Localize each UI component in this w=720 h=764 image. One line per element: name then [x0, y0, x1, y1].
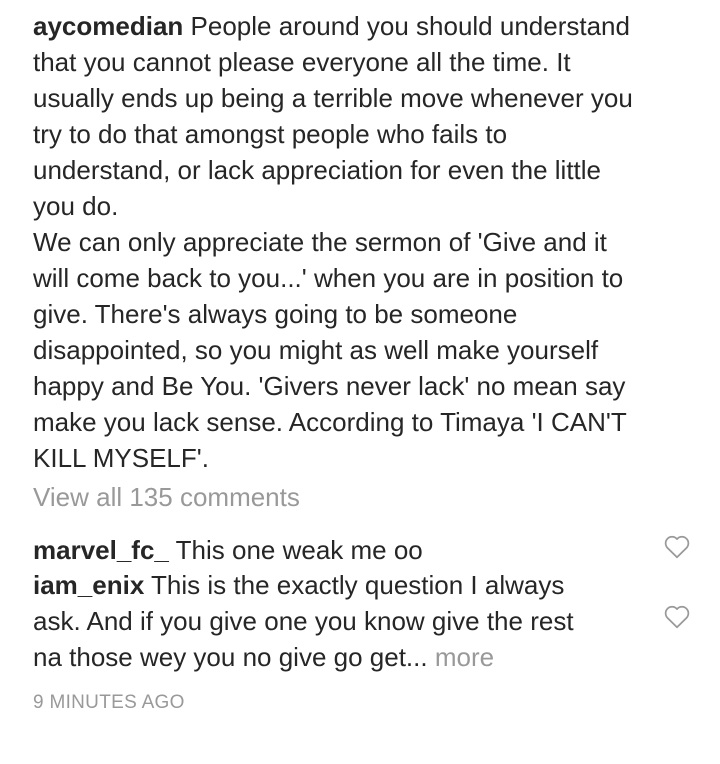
caption-username[interactable]: aycomedian [33, 11, 183, 41]
comment-username[interactable]: marvel_fc_ [33, 535, 169, 565]
comment-text: This one weak me oo [168, 535, 423, 565]
post-timestamp: 9 MINUTES AGO [33, 692, 185, 713]
post-caption: aycomedian People around you should unde… [33, 8, 683, 476]
view-all-comments-link[interactable]: View all 135 comments [33, 479, 300, 515]
more-link[interactable]: more [435, 642, 494, 672]
comment-item: marvel_fc_ This one weak me oo [33, 532, 633, 568]
caption-text: People around you should understand that… [33, 11, 633, 473]
comment-item: iam_enix This is the exactly question I … [33, 567, 633, 675]
heart-outline-icon[interactable] [664, 605, 690, 629]
comment-username[interactable]: iam_enix [33, 570, 144, 600]
heart-outline-icon[interactable] [664, 535, 690, 559]
